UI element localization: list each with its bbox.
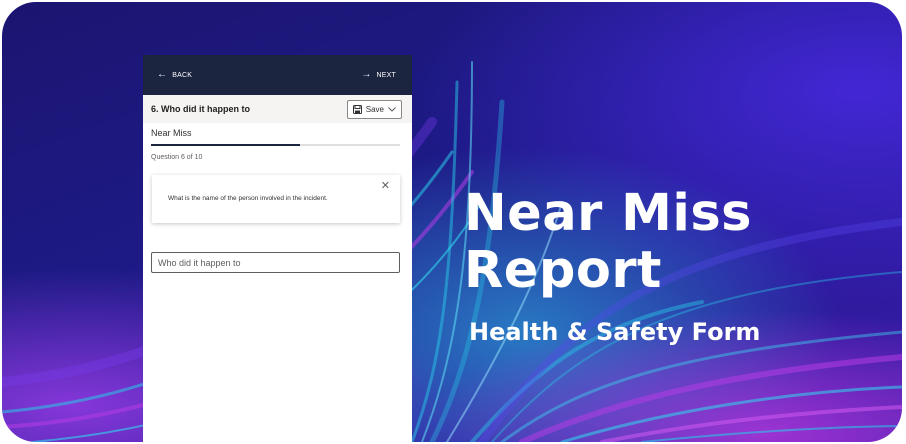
save-button[interactable]: Save [346,99,402,119]
progress-fill [151,144,301,146]
headline-line-2: Report [464,241,662,300]
answer-input[interactable] [151,252,400,273]
question-bar: 6. Who did it happen to Save [143,95,412,123]
next-button[interactable]: → NEXT [361,70,396,80]
form-name: Near Miss [151,128,192,138]
question-counter: Question 6 of 10 [151,154,203,161]
back-button[interactable]: ← BACK [157,70,192,80]
question-title: 6. Who did it happen to [151,104,250,114]
subtitle: Health & Safety Form [469,318,761,346]
headline: Near Miss Report [464,185,752,299]
arrow-right-icon: → [361,69,372,80]
arrow-left-icon: ← [157,69,168,80]
light-streaks-background [2,61,902,442]
next-label: NEXT [376,71,396,79]
chevron-down-icon[interactable] [388,106,396,112]
save-label: Save [365,104,384,114]
close-icon[interactable]: ✕ [381,179,390,192]
form-nav-header: ← BACK → NEXT [143,55,412,95]
back-label: BACK [172,71,193,79]
question-hint-card: ✕ What is the name of the person involve… [152,175,400,223]
progress-bar [151,144,400,146]
headline-line-1: Near Miss [464,184,753,243]
save-icon [352,104,362,114]
hint-text: What is the name of the person involved … [168,195,328,202]
form-preview-panel: ← BACK → NEXT 6. Who did it happen to Sa… [143,55,412,444]
promo-banner: Near Miss Report Health & Safety Form [2,2,902,442]
